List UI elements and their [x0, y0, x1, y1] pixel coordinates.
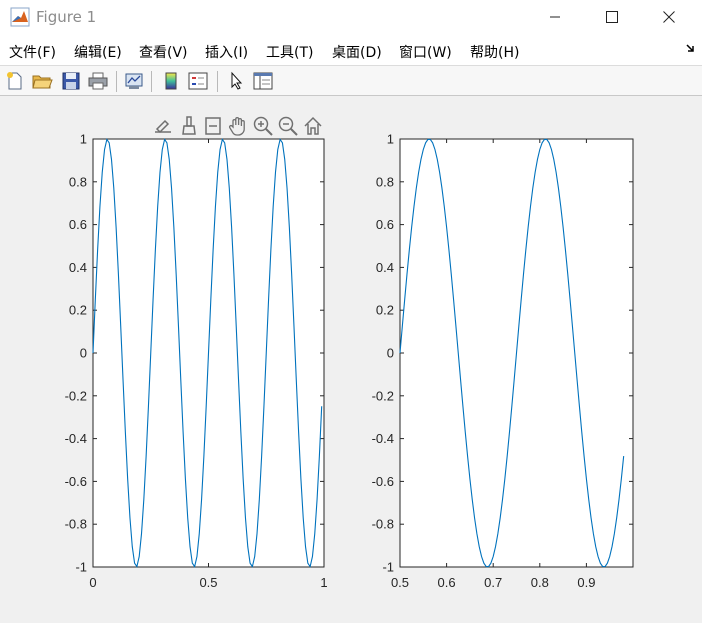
y-tick-label: 0.2 — [376, 303, 394, 318]
y-tick-label: 0.4 — [376, 260, 394, 275]
zoom-in-icon[interactable] — [252, 115, 274, 137]
zoom-out-icon[interactable] — [277, 115, 299, 137]
chart-svg: -1-0.8-0.6-0.4-0.200.20.40.60.810 0.5 1-1-… — [65, 132, 634, 591]
x-tick-label: 0.6 — [438, 575, 456, 590]
y-tick-label: -0.2 — [372, 388, 394, 403]
x-tick-label: 0.5 — [199, 575, 217, 590]
restore-view-home-icon[interactable] — [302, 115, 324, 137]
x-tick-label: 0.7 — [484, 575, 502, 590]
y-tick-label: -0.6 — [372, 474, 394, 489]
y-tick-label: -1 — [382, 560, 394, 575]
axes-2: -1 -0.8 -0.6 -0.4 -0.2 0 0.2 0.4 0.6 0.8 1 0.5 0.6 0.… — [372, 132, 634, 590]
y-tick-label: 0 — [387, 346, 394, 361]
axes-1: -1 -0.8 -0.6 -0.4 -0.2 0 0.2 0.4 0.6 0.8 1 0 0.5 1 — [65, 132, 328, 591]
x-tick-label: 0.9 — [577, 575, 595, 590]
y-tick-label: 1 — [387, 132, 394, 147]
x-tick-label: 0.8 — [531, 575, 549, 590]
pan-hand-icon[interactable] — [227, 115, 249, 137]
brush-icon[interactable] — [178, 115, 200, 137]
figure-window: Figure 1 文件(F) 编辑(E) 查看(V) 插入(I) 工具(T) 桌… — [0, 0, 702, 623]
y-tick-label: 0.8 — [69, 174, 87, 189]
data-tips-icon[interactable] — [202, 115, 224, 137]
y-tick-label: -0.4 — [65, 431, 87, 446]
y-tick-label: 0.6 — [376, 217, 394, 232]
y-tick-label: -0.8 — [65, 517, 87, 532]
y-tick-label: 1 — [80, 132, 87, 147]
y-tick-label: 0.8 — [376, 174, 394, 189]
y-tick-label: -1 — [75, 560, 87, 575]
y-tick-label: -0.2 — [65, 388, 87, 403]
y-tick-label: 0.6 — [69, 217, 87, 232]
y-tick-label: -0.6 — [65, 474, 87, 489]
x-tick-label: 0 — [89, 575, 96, 590]
x-tick-label: 1 — [320, 575, 327, 590]
y-tick-label: 0.2 — [69, 303, 87, 318]
export-icon[interactable] — [152, 115, 174, 137]
y-tick-label: -0.8 — [372, 517, 394, 532]
y-tick-label: 0.4 — [69, 260, 87, 275]
y-tick-label: 0 — [80, 346, 87, 361]
x-tick-label: 0.5 — [391, 575, 409, 590]
y-tick-label: -0.4 — [372, 431, 394, 446]
